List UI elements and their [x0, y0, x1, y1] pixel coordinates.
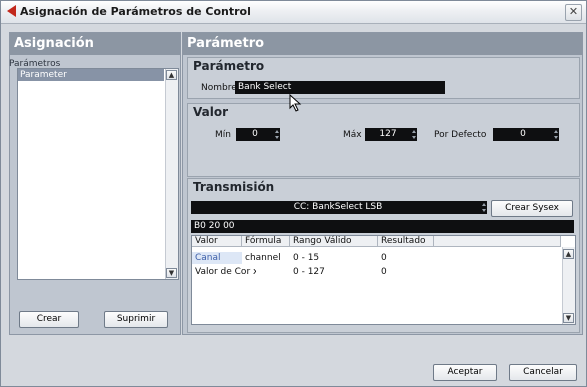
- default-spinner-icon[interactable]: [553, 128, 559, 141]
- name-field[interactable]: Bank Select: [235, 81, 445, 94]
- cancel-button[interactable]: Cancelar: [509, 364, 577, 381]
- transmission-table: Valor Fórmula Rango Válido Resultado Can…: [191, 235, 576, 325]
- transmission-type-select[interactable]: CC: BankSelect LSB: [191, 201, 485, 214]
- hex-string-field[interactable]: B0 20 00: [191, 220, 574, 233]
- scroll-down-icon[interactable]: ▼: [563, 313, 574, 323]
- transmission-type-spinner-icon[interactable]: [481, 201, 487, 214]
- table-cell-valor[interactable]: Canal: [192, 252, 242, 264]
- scroll-up-icon[interactable]: ▲: [563, 249, 574, 259]
- parameters-list[interactable]: Parameter ▲ ▼: [17, 68, 179, 280]
- table-cell-range[interactable]: 0 - 127: [290, 266, 378, 278]
- title-bar[interactable]: Asignación de Parámetros de Control ✕: [1, 1, 586, 24]
- default-field[interactable]: 0: [493, 128, 553, 141]
- min-spinner-icon[interactable]: [274, 128, 280, 141]
- dialog-footer: Aceptar Cancelar: [1, 339, 586, 386]
- table-scrollbar[interactable]: ▲ ▼: [562, 247, 575, 324]
- list-item-parameter[interactable]: Parameter: [18, 69, 164, 81]
- window-title: Asignación de Parámetros de Control: [20, 5, 251, 18]
- column-header-range[interactable]: Rango Válido: [290, 236, 378, 247]
- delete-button[interactable]: Suprimir: [104, 311, 168, 328]
- parameter-section-title: Parámetro: [193, 59, 265, 73]
- accept-button[interactable]: Aceptar: [433, 364, 497, 381]
- table-cell-result[interactable]: 0: [378, 252, 434, 264]
- scroll-up-icon[interactable]: ▲: [166, 70, 177, 80]
- list-scrollbar[interactable]: ▲ ▼: [165, 69, 178, 279]
- max-field[interactable]: 127: [365, 128, 411, 141]
- max-label: Máx: [343, 130, 362, 140]
- parameter-panel-heading: Parámetro: [183, 33, 582, 55]
- column-header-valor[interactable]: Valor: [192, 236, 242, 247]
- table-cell-range[interactable]: 0 - 15: [290, 252, 378, 264]
- name-label: Nombre: [201, 83, 237, 93]
- max-spinner-icon[interactable]: [411, 128, 417, 141]
- close-button[interactable]: ✕: [565, 4, 582, 21]
- mouse-cursor-icon: [289, 94, 302, 112]
- transmission-section-title: Transmisión: [193, 180, 275, 194]
- min-label: Mín: [215, 130, 231, 140]
- column-header-filler: [434, 236, 561, 247]
- app-logo-icon: [7, 5, 16, 17]
- scroll-down-icon[interactable]: ▼: [166, 268, 177, 278]
- dialog-window: Asignación de Parámetros de Control ✕ As…: [0, 0, 587, 387]
- table-cell-formula[interactable]: channel: [242, 252, 290, 264]
- create-button[interactable]: Crear: [19, 311, 79, 328]
- create-sysex-button[interactable]: Crear Sysex: [491, 200, 573, 217]
- table-cell-result[interactable]: 0: [378, 266, 434, 278]
- column-header-formula[interactable]: Fórmula: [242, 236, 290, 247]
- value-section-title: Valor: [193, 105, 229, 119]
- column-header-result[interactable]: Resultado: [378, 236, 434, 247]
- assignment-heading: Asignación: [10, 33, 180, 55]
- min-field[interactable]: 0: [236, 128, 274, 141]
- default-label: Por Defecto: [434, 130, 487, 140]
- table-cell-valor[interactable]: Valor de Cor x: [192, 266, 256, 278]
